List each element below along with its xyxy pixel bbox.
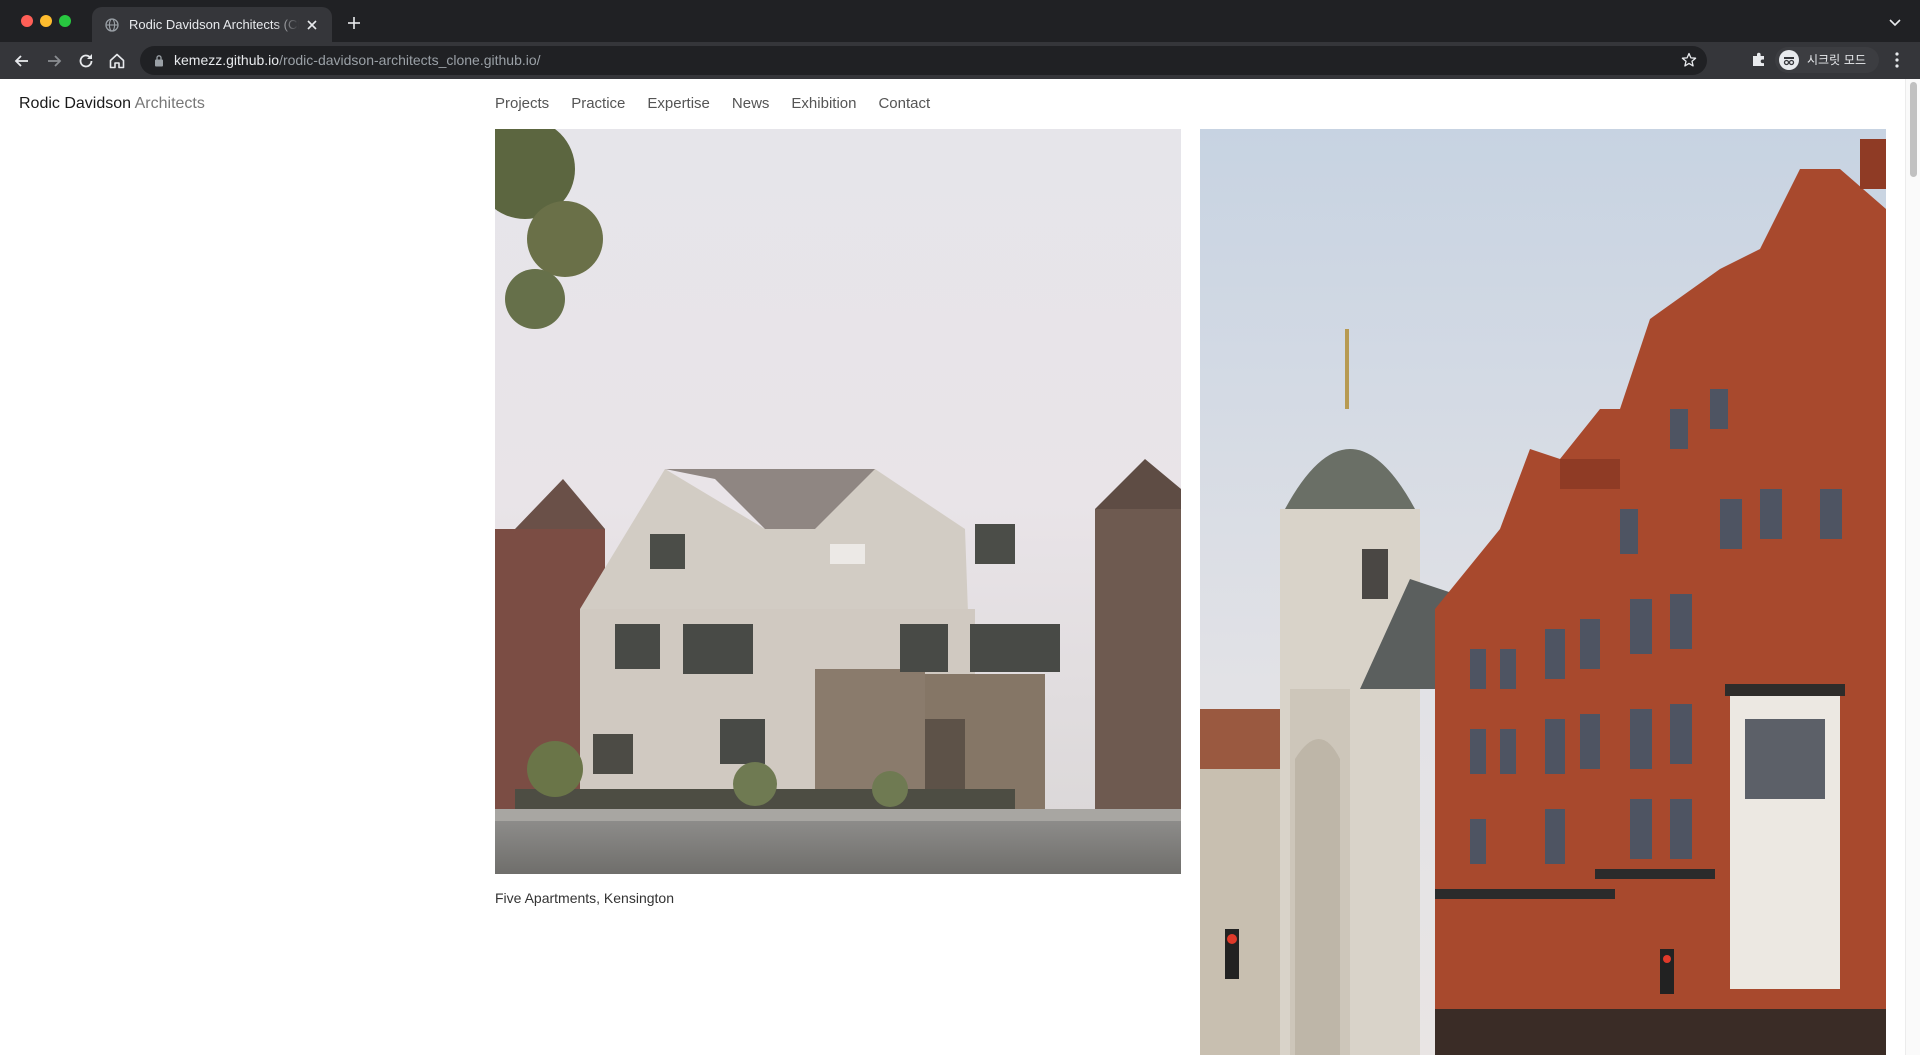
nav-exhibition[interactable]: Exhibition [791, 94, 856, 114]
project-image-five-apartments[interactable] [495, 129, 1181, 874]
arrow-right-icon[interactable] [44, 51, 64, 71]
incognito-icon [1779, 50, 1799, 70]
logo-secondary: Architects [134, 95, 205, 112]
reload-icon[interactable] [76, 51, 96, 71]
window-maximize-button[interactable] [59, 15, 71, 27]
home-icon[interactable] [107, 51, 127, 71]
browser-toolbar: kemezz.github.io/rodic-davidson-architec… [0, 42, 1920, 79]
main-nav: Projects Practice Expertise News Exhibit… [495, 94, 930, 114]
puzzle-icon[interactable] [1750, 51, 1768, 69]
profile-label: 시크릿 모드 [1807, 53, 1867, 67]
plus-icon[interactable] [347, 16, 361, 30]
url-host: kemezz.github.io [174, 52, 280, 68]
window-close-button[interactable] [21, 15, 33, 27]
page-scrollbar[interactable] [1905, 79, 1920, 1055]
url-text: kemezz.github.io/rodic-davidson-architec… [174, 52, 541, 69]
project-caption[interactable]: Five Apartments, Kensington [495, 889, 674, 907]
page-viewport: Rodic Davidson Architects Projects Pract… [0, 79, 1920, 1055]
chevron-down-icon[interactable] [1888, 18, 1902, 28]
logo-primary: Rodic Davidson [19, 95, 132, 112]
nav-news[interactable]: News [732, 94, 770, 114]
incognito-profile-button[interactable]: 시크릿 모드 [1775, 47, 1879, 73]
globe-icon [105, 18, 119, 32]
incognito-glyph-icon [1783, 57, 1795, 66]
browser-tab[interactable]: Rodic Davidson Architects (Clone) [92, 7, 332, 42]
tab-title: Rodic Davidson Architects (Clone) [129, 17, 299, 32]
url-path: /rodic-davidson-architects_clone.github.… [279, 52, 541, 68]
site-logo[interactable]: Rodic Davidson Architects [19, 94, 205, 114]
window-minimize-button[interactable] [40, 15, 52, 27]
nav-expertise[interactable]: Expertise [647, 94, 710, 114]
address-bar[interactable]: kemezz.github.io/rodic-davidson-architec… [140, 46, 1707, 75]
nav-practice[interactable]: Practice [571, 94, 625, 114]
project-image-red-brick-street[interactable] [1200, 129, 1886, 1055]
nav-contact[interactable]: Contact [878, 94, 930, 114]
browser-tab-strip: Rodic Davidson Architects (Clone) [0, 0, 1920, 42]
scrollbar-thumb[interactable] [1910, 82, 1917, 177]
kebab-icon[interactable] [1894, 51, 1900, 69]
arrow-left-icon[interactable] [12, 51, 32, 71]
nav-projects[interactable]: Projects [495, 94, 549, 114]
close-icon[interactable] [305, 18, 319, 32]
star-icon[interactable] [1681, 52, 1697, 68]
lock-icon [155, 55, 163, 67]
